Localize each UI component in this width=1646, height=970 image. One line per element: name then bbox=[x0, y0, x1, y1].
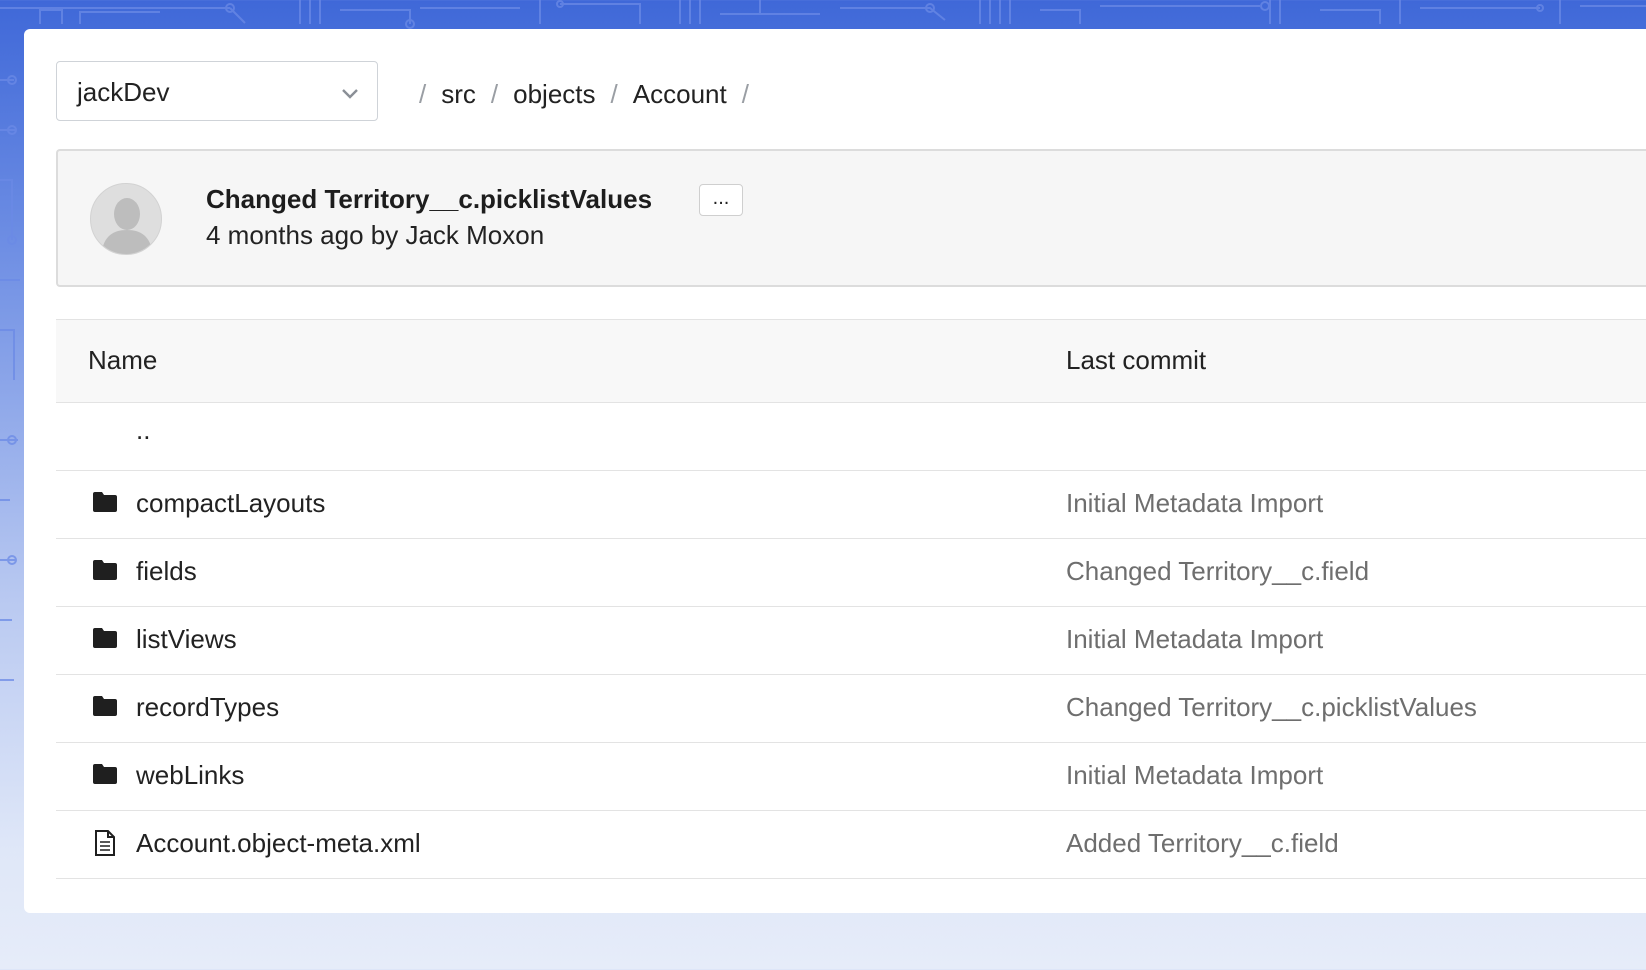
file-name[interactable]: fields bbox=[136, 556, 197, 587]
table-row[interactable]: listViews Initial Metadata Import bbox=[56, 607, 1646, 675]
breadcrumb-separator: / bbox=[610, 78, 618, 109]
breadcrumb-separator: / bbox=[419, 78, 427, 109]
column-header-last-commit: Last commit bbox=[1066, 345, 1207, 375]
user-avatar-icon bbox=[90, 183, 162, 255]
parent-directory-link[interactable]: .. bbox=[136, 415, 150, 446]
commit-author-time: 4 months ago by Jack Moxon bbox=[206, 220, 545, 250]
folder-icon bbox=[93, 492, 117, 512]
expand-commit-message-button[interactable]: ... bbox=[699, 184, 743, 216]
file-name[interactable]: webLinks bbox=[136, 760, 244, 791]
breadcrumb-separator: / bbox=[741, 78, 749, 109]
table-row[interactable]: webLinks Initial Metadata Import bbox=[56, 743, 1646, 811]
table-row[interactable]: recordTypes Changed Territory__c.picklis… bbox=[56, 675, 1646, 743]
folder-icon bbox=[93, 696, 117, 716]
latest-commit-box: Changed Territory__c.picklistValues ... … bbox=[56, 149, 1646, 287]
file-name[interactable]: Account.object-meta.xml bbox=[136, 828, 421, 859]
file-name[interactable]: listViews bbox=[136, 624, 237, 655]
file-name[interactable]: recordTypes bbox=[136, 692, 279, 723]
parent-directory-row[interactable]: .. bbox=[56, 403, 1646, 471]
last-commit-message[interactable]: Initial Metadata Import bbox=[1066, 760, 1323, 791]
last-commit-message[interactable]: Added Territory__c.field bbox=[1066, 828, 1339, 859]
breadcrumb-item-src[interactable]: src bbox=[441, 79, 476, 110]
breadcrumb: / src / objects / Account / bbox=[419, 74, 764, 114]
table-header: Name Last commit bbox=[56, 319, 1646, 403]
last-commit-message[interactable]: Initial Metadata Import bbox=[1066, 488, 1323, 519]
folder-icon bbox=[93, 560, 117, 580]
folder-icon bbox=[93, 764, 117, 784]
last-commit-message[interactable]: Changed Territory__c.picklistValues bbox=[1066, 692, 1477, 723]
file-name[interactable]: compactLayouts bbox=[136, 488, 325, 519]
branch-selector-value: jackDev bbox=[77, 77, 170, 107]
repository-browser-panel: jackDev / src / objects / Account / Chan… bbox=[24, 29, 1646, 913]
commit-message[interactable]: Changed Territory__c.picklistValues bbox=[206, 184, 652, 215]
branch-selector[interactable]: jackDev bbox=[56, 61, 378, 121]
file-icon bbox=[95, 830, 115, 856]
last-commit-message[interactable]: Changed Territory__c.field bbox=[1066, 556, 1369, 587]
breadcrumb-separator: / bbox=[490, 78, 499, 109]
table-row[interactable]: Account.object-meta.xml Added Territory_… bbox=[56, 811, 1646, 879]
folder-icon bbox=[93, 628, 117, 648]
column-header-name: Name bbox=[88, 345, 158, 375]
breadcrumb-item-objects[interactable]: objects bbox=[513, 79, 595, 110]
breadcrumb-item-account[interactable]: Account bbox=[633, 79, 727, 110]
file-list-table: Name Last commit .. compactLayouts Initi… bbox=[56, 319, 1646, 879]
last-commit-message[interactable]: Initial Metadata Import bbox=[1066, 624, 1323, 655]
chevron-down-icon bbox=[342, 89, 358, 99]
table-row[interactable]: fields Changed Territory__c.field bbox=[56, 539, 1646, 607]
table-row[interactable]: compactLayouts Initial Metadata Import bbox=[56, 471, 1646, 539]
